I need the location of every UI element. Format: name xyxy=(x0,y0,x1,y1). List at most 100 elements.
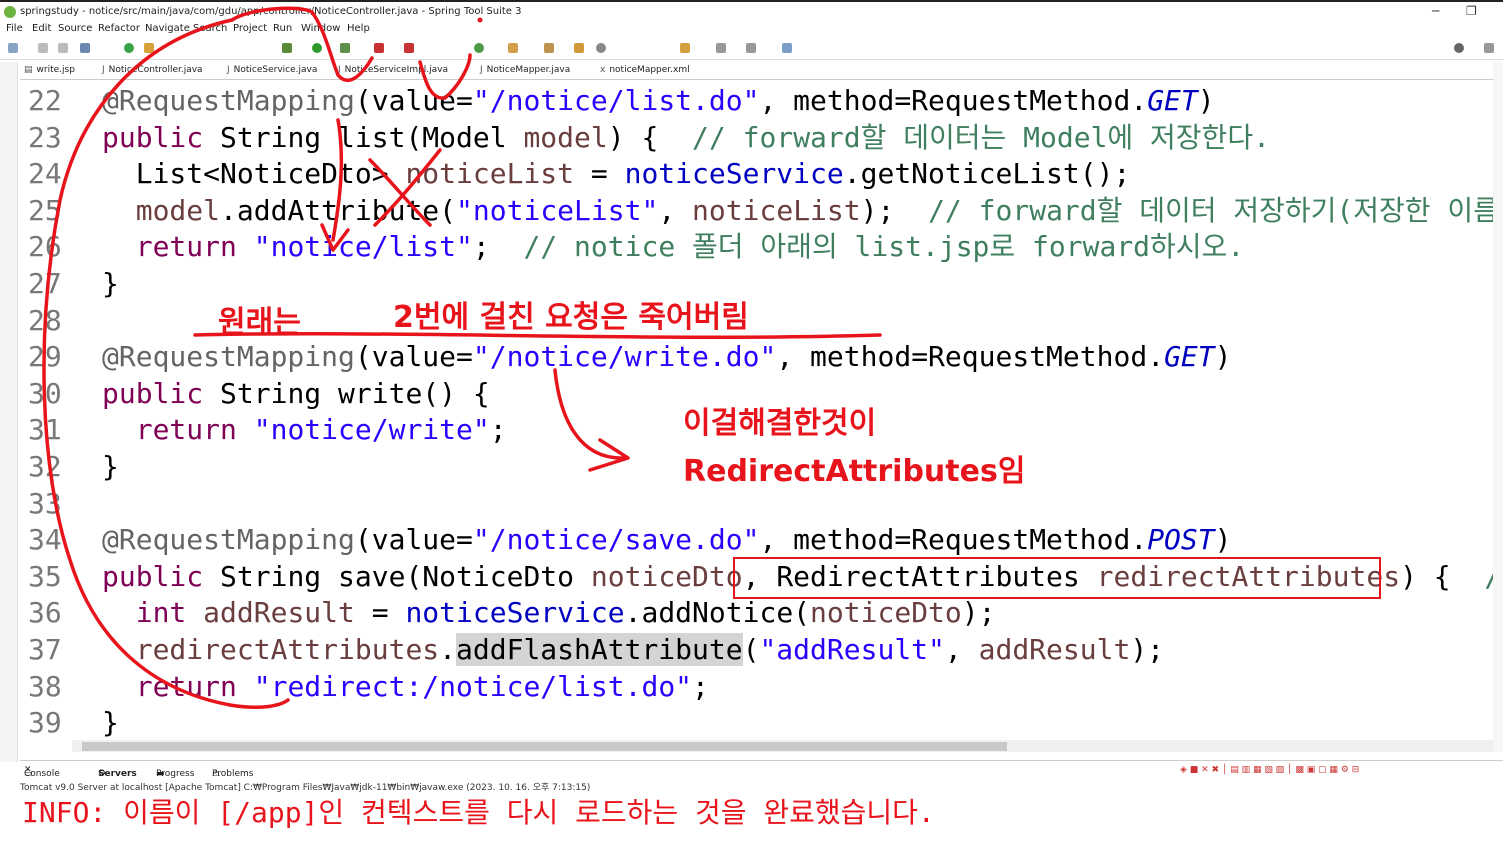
code-token: .addNotice( xyxy=(624,596,811,630)
edit-icon[interactable] xyxy=(544,43,554,53)
debug-run-icon[interactable] xyxy=(282,43,292,53)
console-toolbar-icons[interactable]: ◈ ■ ✕ ✖ │ ▤ ▥ ▦ ▧ ▨ │ ▩ ▣ ▢ ▦ ⚙ ⊟ xyxy=(1180,765,1359,775)
code-text[interactable]: return "redirect:/notice/list.do"; xyxy=(102,668,709,705)
code-token: ( xyxy=(742,633,760,666)
java-file-icon: J xyxy=(227,65,230,75)
debug-icon[interactable] xyxy=(144,43,154,53)
code-text[interactable]: public String list(Model model) { // for… xyxy=(102,119,1270,156)
start-server-icon[interactable] xyxy=(124,43,134,53)
restore-button[interactable]: ❐ xyxy=(1466,4,1477,18)
code-line[interactable]: 39} xyxy=(20,704,1493,740)
code-text[interactable]: public String write() { xyxy=(102,375,490,412)
code-token: return xyxy=(135,230,237,264)
search-icon-toolbar[interactable] xyxy=(596,43,606,53)
menu-file[interactable]: File xyxy=(6,23,23,34)
code-token: = xyxy=(574,157,625,191)
menu-window[interactable]: Window xyxy=(301,23,340,34)
code-line[interactable]: 33 xyxy=(20,485,1493,522)
minimize-button[interactable]: ─ xyxy=(1432,4,1439,18)
nav-forward-icon[interactable] xyxy=(746,43,756,53)
code-token: , method=RequestMethod. xyxy=(759,84,1148,117)
terminal-icon[interactable] xyxy=(80,43,90,53)
code-text[interactable]: int addResult = noticeService.addNotice(… xyxy=(102,594,996,631)
open-type-icon[interactable] xyxy=(574,43,584,53)
vertical-scrollbar[interactable] xyxy=(1493,62,1503,752)
menu-source[interactable]: Source xyxy=(58,23,92,34)
line-number: 39 xyxy=(28,706,62,740)
tab-notice-mapper[interactable]: J NoticeMapper.java xyxy=(480,65,570,75)
open-perspective-icon[interactable] xyxy=(1484,43,1494,53)
code-token: } xyxy=(102,267,119,300)
menu-help[interactable]: Help xyxy=(347,23,370,34)
tab-notice-service[interactable]: J NoticeService.java xyxy=(227,65,317,75)
code-token: "notice/list" xyxy=(253,230,473,264)
back-icon[interactable] xyxy=(680,43,690,53)
code-line[interactable]: 36 int addResult = noticeService.addNoti… xyxy=(20,594,1493,631)
code-token: .addAttribute( xyxy=(220,193,457,227)
code-line[interactable]: 24 List<NoticeDto> noticeList = noticeSe… xyxy=(20,155,1493,192)
code-token: value= xyxy=(371,84,473,117)
code-line[interactable]: 23 public String list(Model model) { // f… xyxy=(20,119,1493,156)
code-text[interactable]: model.addAttribute("noticeList", noticeL… xyxy=(102,192,1493,229)
horizontal-scrollbar[interactable] xyxy=(72,740,1493,752)
title-bar: springstudy - notice/src/main/java/com/g… xyxy=(0,0,1503,22)
xml-file-icon: x xyxy=(600,65,606,75)
menu-search[interactable]: Search xyxy=(193,23,227,34)
run-icon[interactable] xyxy=(312,43,322,53)
code-token: POST xyxy=(1147,523,1215,557)
tab-notice-service-impl[interactable]: J NoticeServiceImpl.java xyxy=(338,65,448,75)
perspective-icon[interactable] xyxy=(782,43,792,53)
tab-write-jsp[interactable]: ▤ write.jsp xyxy=(24,65,75,75)
code-text[interactable]: } xyxy=(102,448,119,485)
new-icon[interactable] xyxy=(8,43,18,53)
code-token: ); xyxy=(961,596,996,630)
stop-icon[interactable] xyxy=(374,43,384,53)
code-text[interactable]: redirectAttributes.addFlashAttribute("ad… xyxy=(102,631,1164,668)
console-message: INFO: 이름이 [/app]인 컨텍스트를 다시 로드하는 것을 완료했습니… xyxy=(22,796,935,829)
code-token: ; xyxy=(692,669,709,703)
code-line[interactable]: 34 @RequestMapping(value="/notice/save.do… xyxy=(20,521,1493,558)
tab-notice-controller[interactable]: J NoticeController.java xyxy=(102,65,203,75)
code-text[interactable]: @RequestMapping(value="/notice/list.do",… xyxy=(102,82,1215,119)
tab-console[interactable]: ▭ Console ✕ xyxy=(24,765,60,779)
tab-notice-mapper-xml[interactable]: x noticeMapper.xml xyxy=(600,65,690,75)
code-line[interactable]: 38 return "redirect:/notice/list.do"; xyxy=(20,668,1493,705)
code-token: . xyxy=(439,633,457,666)
terminate-icon[interactable] xyxy=(404,43,414,53)
menu-refactor[interactable]: Refactor xyxy=(98,23,140,34)
line-number: 32 xyxy=(28,450,62,483)
menu-edit[interactable]: Edit xyxy=(32,23,51,34)
code-text[interactable]: } xyxy=(102,704,119,740)
open-folder-icon[interactable] xyxy=(508,43,518,53)
code-line[interactable]: 22 @RequestMapping(value="/notice/list.do… xyxy=(20,82,1493,119)
code-line[interactable]: 37 redirectAttributes.addFlashAttribute(… xyxy=(20,631,1493,668)
code-token: "addResult" xyxy=(759,633,945,666)
code-token: ); xyxy=(1130,633,1165,666)
code-text[interactable]: List<NoticeDto> noticeList = noticeServi… xyxy=(102,155,1131,192)
external-tools-icon[interactable] xyxy=(340,43,350,53)
code-line[interactable]: 25 model.addAttribute("noticeList", noti… xyxy=(20,192,1493,229)
menu-navigate[interactable]: Navigate xyxy=(145,23,190,34)
menu-project[interactable]: Project xyxy=(233,23,267,34)
code-text[interactable]: return "notice/list"; // notice 폴더 아래의 l… xyxy=(102,228,1244,265)
scrollbar-thumb[interactable] xyxy=(82,742,1007,751)
code-token: "/notice/write.do" xyxy=(472,340,777,374)
code-line[interactable]: 29 @RequestMapping(value="/notice/write.d… xyxy=(20,338,1493,375)
code-text[interactable]: } xyxy=(102,265,119,302)
code-token: addResult xyxy=(978,633,1131,666)
code-token: List<NoticeDto> xyxy=(102,157,406,191)
line-number: 23 xyxy=(28,120,62,154)
save-icon[interactable] xyxy=(38,43,48,53)
nav-back-icon[interactable] xyxy=(716,43,726,53)
refresh-icon[interactable] xyxy=(474,43,484,53)
code-text[interactable]: @RequestMapping(value="/notice/save.do",… xyxy=(102,521,1232,558)
quick-search-icon[interactable] xyxy=(1454,43,1464,53)
code-text[interactable]: @RequestMapping(value="/notice/write.do"… xyxy=(102,338,1232,375)
save-all-icon[interactable] xyxy=(58,43,68,53)
menu-run[interactable]: Run xyxy=(273,23,292,34)
code-text[interactable]: return "notice/write"; xyxy=(102,411,507,448)
code-token: String write() { xyxy=(203,376,490,410)
code-line[interactable]: 26 return "notice/list"; // notice 폴더 아래… xyxy=(20,228,1493,265)
